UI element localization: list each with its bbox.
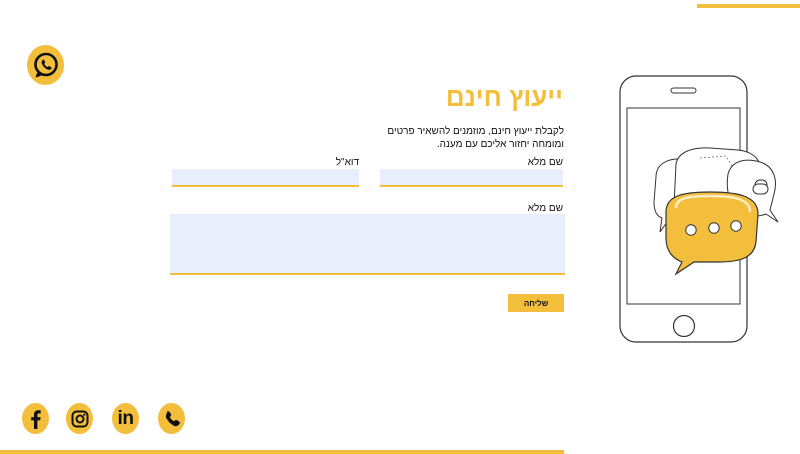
full-name-input[interactable] xyxy=(380,169,563,187)
facebook-icon[interactable] xyxy=(22,403,49,434)
phone-chat-illustration xyxy=(619,75,779,343)
full-name-label: שם מלא xyxy=(527,157,563,168)
whatsapp-icon[interactable] xyxy=(27,45,64,85)
intro-text: לקבלת ייעוץ חינם, מוזמנים להשאיר פרטים ו… xyxy=(387,126,564,150)
message-textarea[interactable] xyxy=(170,214,565,275)
instagram-icon[interactable] xyxy=(66,403,93,434)
message-label: שם מלא xyxy=(527,203,563,214)
email-input[interactable] xyxy=(172,169,359,187)
linkedin-icon[interactable]: in xyxy=(112,403,139,434)
top-accent-bar xyxy=(697,4,800,8)
send-button[interactable]: שליחה xyxy=(508,294,564,312)
email-label: דוא"ל xyxy=(335,157,359,168)
linkedin-text: in xyxy=(117,407,134,429)
page-title: ייעוץ חינם xyxy=(445,82,563,112)
bottom-accent-bar xyxy=(0,450,564,454)
phone-icon[interactable] xyxy=(158,403,185,434)
